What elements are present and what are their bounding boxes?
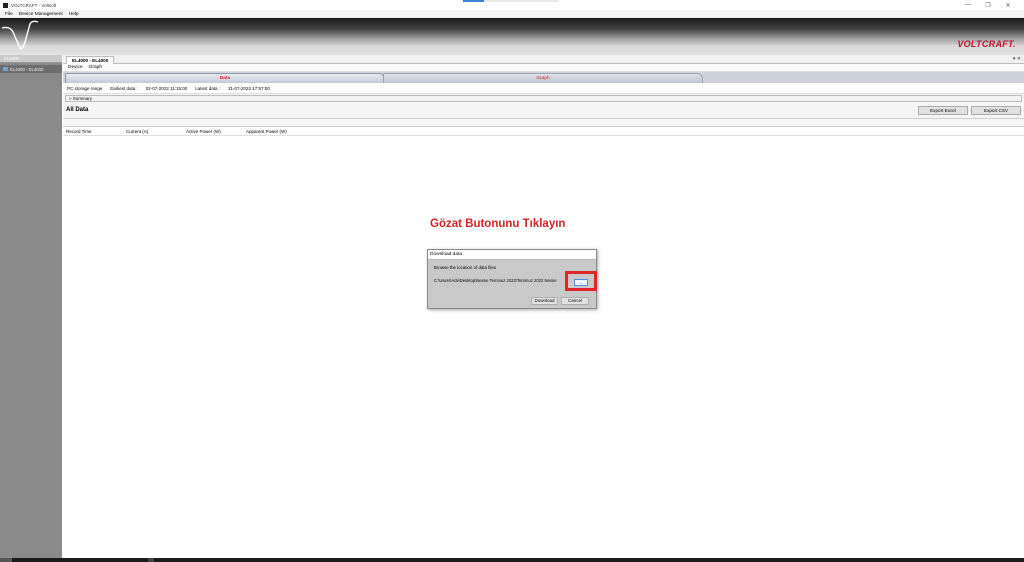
titlebar-accent-tail xyxy=(484,0,559,2)
tab-graph[interactable]: Graph xyxy=(383,73,703,83)
grid-header-row: Record Time Current (A) Active Power (W)… xyxy=(63,127,1024,136)
taskbar-item[interactable] xyxy=(148,558,154,562)
export-csv-button[interactable]: Export CSV xyxy=(971,106,1021,115)
instruction-caption: Gözat Butonunu Tıklayın xyxy=(430,218,566,230)
all-data-toolbar: All Data Export Excel Export CSV xyxy=(63,103,1024,119)
column-record-time[interactable]: Record Time xyxy=(63,127,123,135)
menubar: File Device Management Help xyxy=(0,10,1024,18)
column-current[interactable]: Current (A) xyxy=(123,127,183,135)
subnav-graph[interactable]: Graph xyxy=(89,65,102,70)
latest-data-value: 31-07-2022 17:57:00 xyxy=(228,85,270,91)
sidebar-item-label: EL4000 - EL4000 xyxy=(10,66,44,72)
sidebar-header: EL4000 xyxy=(0,55,62,63)
device-icon xyxy=(3,67,8,71)
window-titlebar: VOLTCRAFT - Voltsoft — ❐ ✕ xyxy=(0,0,1024,10)
earliest-data-label: Earliest data : xyxy=(110,85,138,91)
app-banner: VOLTCRAFT. xyxy=(0,18,1024,55)
cancel-button[interactable]: Cancel xyxy=(561,297,589,305)
voltcraft-wave-logo xyxy=(1,20,39,50)
column-apparent-power[interactable]: Apparent Power (W) xyxy=(243,127,303,135)
brand-logo-text: VOLTCRAFT. xyxy=(957,39,1016,49)
sub-navigation: Device Graph xyxy=(63,64,1024,72)
tab-pin-close-icon[interactable]: ▾ ✕ xyxy=(1013,56,1021,62)
summary-expander[interactable]: » Summary xyxy=(65,95,1022,102)
sidebar-item-el4000[interactable]: EL4000 - EL4000 xyxy=(0,65,62,73)
storage-info-row: PC storage range Earliest data : 02-07-2… xyxy=(63,83,1024,94)
tab-data[interactable]: Data xyxy=(65,73,385,83)
download-button[interactable]: Download xyxy=(531,297,558,305)
menu-device-management[interactable]: Device Management xyxy=(19,12,63,17)
taskbar-start[interactable] xyxy=(0,558,12,562)
column-active-power[interactable]: Active Power (W) xyxy=(183,127,243,135)
restore-icon[interactable]: ❐ xyxy=(978,2,998,9)
window-title: VOLTCRAFT - Voltsoft xyxy=(11,2,57,8)
titlebar-accent xyxy=(463,0,484,2)
dialog-path-field[interactable]: C:\Users\Adv\Desktop\Nesne Temmuz 2022\T… xyxy=(434,278,568,283)
export-excel-button[interactable]: Export Excel xyxy=(918,106,968,115)
data-grid: Record Time Current (A) Active Power (W)… xyxy=(63,126,1024,562)
browse-highlight-box: ... xyxy=(565,271,597,291)
app-icon xyxy=(3,2,8,8)
device-sidebar: EL4000 EL4000 - EL4000 xyxy=(0,55,62,562)
all-data-heading: All Data xyxy=(66,107,89,113)
earliest-data-value: 02-07-2022 11:15:00 xyxy=(145,85,188,91)
window-controls: — ❐ ✕ xyxy=(958,0,1018,10)
latest-data-label: Latest data : xyxy=(195,85,221,91)
download-data-dialog: Download data Browse the location of dat… xyxy=(427,249,597,309)
tab-el4000[interactable]: EL4000 - EL4000 xyxy=(66,56,114,64)
minimize-icon[interactable]: — xyxy=(958,2,978,8)
storage-range-label: PC storage range xyxy=(67,85,103,91)
dialog-title: Download data xyxy=(428,250,596,260)
menu-help[interactable]: Help xyxy=(69,12,79,17)
document-tabbar: EL4000 - EL4000 ▾ ✕ xyxy=(63,55,1024,64)
browse-button[interactable]: ... xyxy=(574,279,588,286)
close-icon[interactable]: ✕ xyxy=(998,2,1018,9)
subnav-device[interactable]: Device xyxy=(68,65,83,70)
view-tabs: Data Graph xyxy=(63,72,1024,83)
taskbar xyxy=(0,558,1024,562)
dialog-prompt: Browse the location of data files xyxy=(434,265,496,270)
menu-file[interactable]: File xyxy=(5,12,13,17)
